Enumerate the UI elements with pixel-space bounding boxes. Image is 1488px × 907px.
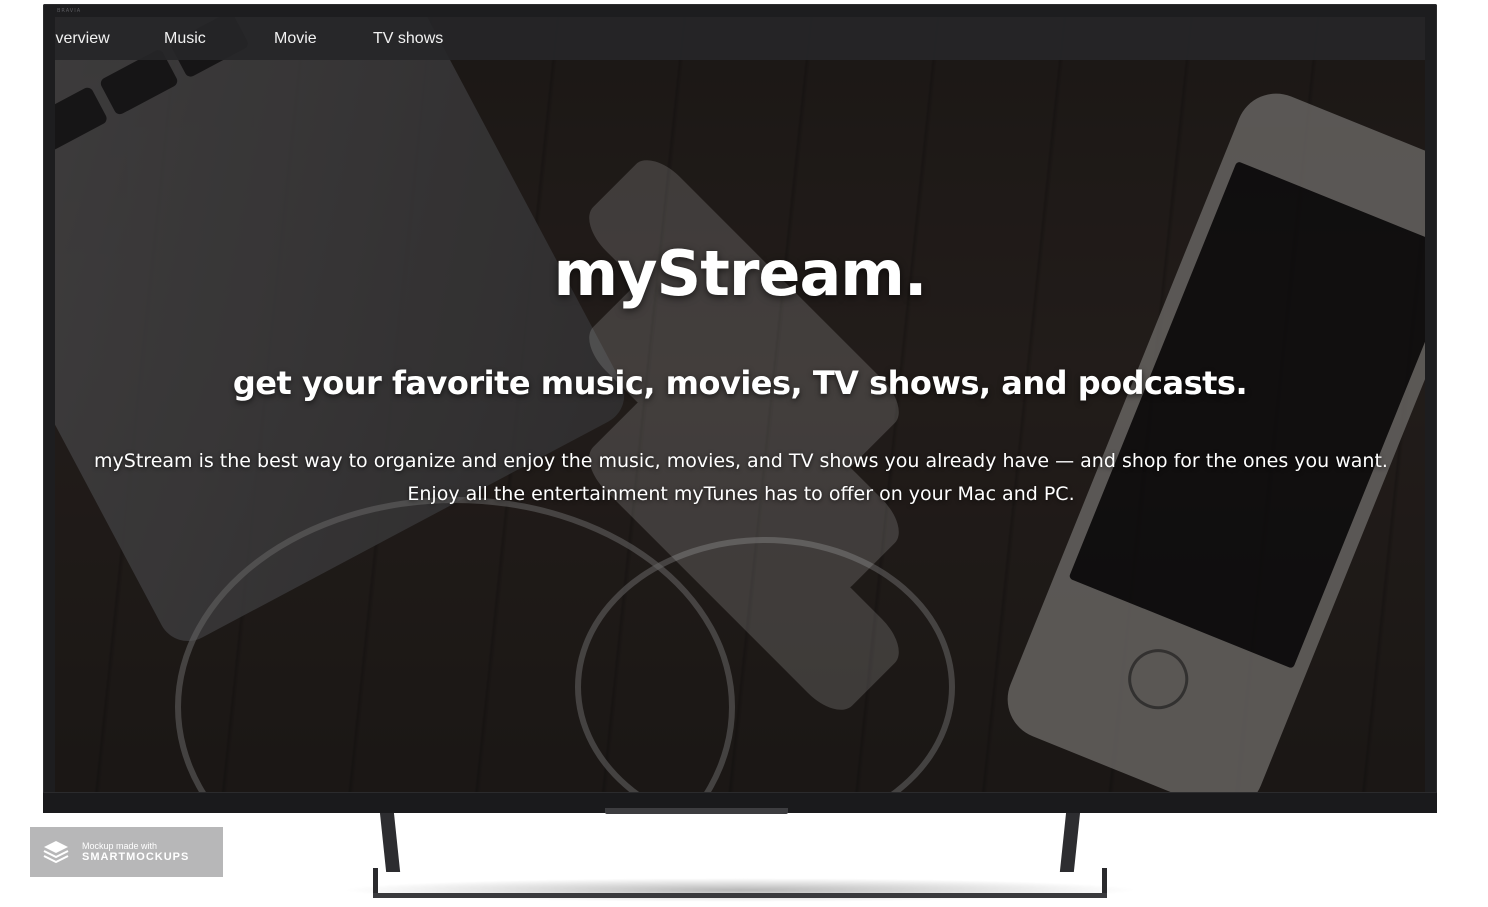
watermark-line1: Mockup made with <box>82 841 158 851</box>
tv-screen: Overview Music Movie TV shows myStream. … <box>55 17 1425 792</box>
nav-item-music[interactable]: Music <box>164 17 206 60</box>
stand-leg-right <box>1059 812 1081 872</box>
tv-brand-label: BRAVIA <box>57 8 82 14</box>
nav-item-tv-shows[interactable]: TV shows <box>373 17 443 60</box>
watermark-text: Mockup made with SMARTMOCKUPS <box>82 841 189 863</box>
hero-description: myStream is the best way to organize and… <box>94 450 1388 505</box>
smartmockups-watermark: Mockup made with SMARTMOCKUPS <box>30 827 223 877</box>
tv-bottom-logo-bar <box>605 808 788 814</box>
mockup-stage: BRAVIA Overview Music <box>0 0 1488 907</box>
stand-base-bar <box>373 893 1107 898</box>
hero-title: myStream. <box>553 237 928 310</box>
layers-icon <box>43 841 69 864</box>
top-navigation: Overview Music Movie TV shows <box>55 17 1425 60</box>
watermark-line2: SMARTMOCKUPS <box>82 851 190 863</box>
hero-subtitle: get your favorite music, movies, TV show… <box>232 364 1248 402</box>
tv-frame: BRAVIA Overview Music <box>43 4 1437 813</box>
nav-item-movie[interactable]: Movie <box>274 17 317 60</box>
nav-item-overview[interactable]: Overview <box>55 17 110 60</box>
stand-leg-left <box>379 812 401 872</box>
